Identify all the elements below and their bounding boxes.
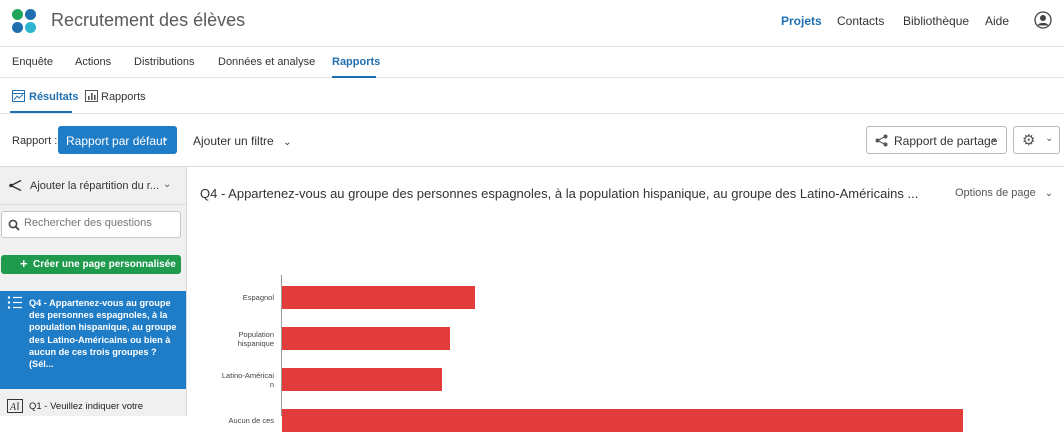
search-input[interactable] bbox=[24, 217, 174, 229]
question-item-active[interactable]: Q4 - Appartenez-vous au groupe des perso… bbox=[0, 291, 186, 389]
report-subtabs: Résultats Rapports bbox=[0, 78, 1064, 114]
bar-chart-icon bbox=[85, 90, 98, 102]
logo-dot bbox=[12, 22, 23, 33]
bar-chart: Espagnol Population hispanique Latino-Améri… bbox=[188, 167, 1064, 432]
add-filter-button[interactable]: Ajouter un filtre ⌄ bbox=[193, 134, 291, 148]
chart-bar[interactable] bbox=[282, 327, 451, 350]
chart-category-label: Espagnol bbox=[242, 293, 274, 302]
report-select-button[interactable]: Rapport par défaut ⌄ bbox=[58, 126, 177, 154]
project-title[interactable]: Recrutement des élèves bbox=[51, 10, 245, 31]
chevron-down-icon: ⌄ bbox=[161, 133, 170, 144]
question-text: Q1 - Veuillez indiquer votre bbox=[29, 401, 144, 412]
report-page: Q4 - Appartenez-vous au groupe des perso… bbox=[188, 167, 1064, 432]
logo-dot bbox=[25, 22, 36, 33]
question-search bbox=[1, 211, 181, 238]
settings-button[interactable]: ⚙ ⌄ bbox=[1013, 126, 1060, 154]
chevron-down-icon: ⌄ bbox=[990, 133, 999, 144]
top-bar: Recrutement des élèves ⌄ Projets Contact… bbox=[0, 0, 1064, 47]
nav-aide[interactable]: Aide bbox=[985, 14, 1009, 28]
question-text: Q4 - Appartenez-vous au groupe des perso… bbox=[29, 298, 177, 370]
tab-enquete[interactable]: Enquête bbox=[12, 56, 53, 68]
chevron-down-icon[interactable]: ⌄ bbox=[224, 15, 233, 28]
multiple-choice-icon bbox=[7, 296, 22, 309]
active-subtab-indicator bbox=[10, 111, 72, 113]
chart-bar[interactable] bbox=[282, 368, 442, 391]
chevron-down-icon: ⌄ bbox=[1045, 133, 1054, 144]
report-select-label: Rapport par défaut bbox=[66, 134, 167, 148]
logo-dot bbox=[25, 9, 36, 20]
share-icon bbox=[875, 134, 888, 147]
share-report-button[interactable]: Rapport de partage ⌄ bbox=[866, 126, 1007, 154]
chart-bar[interactable] bbox=[282, 286, 476, 309]
report-label: Rapport : bbox=[12, 135, 58, 147]
add-breakdown-dropdown[interactable]: Ajouter la répartition du r... ⌄ bbox=[0, 167, 186, 205]
tab-actions[interactable]: Actions bbox=[75, 56, 111, 68]
chart-category-label: Latino-Américai n bbox=[221, 370, 274, 389]
tab-donnees-analyse[interactable]: Données et analyse bbox=[218, 56, 315, 68]
subtab-rapports[interactable]: Rapports bbox=[101, 91, 146, 103]
gear-icon: ⚙ bbox=[1022, 132, 1036, 149]
nav-contacts[interactable]: Contacts bbox=[837, 14, 884, 28]
project-tabs: Enquête Actions Distributions Données et… bbox=[0, 47, 1064, 78]
plus-icon: + bbox=[20, 256, 28, 271]
create-custom-page-button[interactable]: + Créer une page personnalisée bbox=[1, 255, 181, 274]
breakdown-label: Ajouter la répartition du r... bbox=[30, 180, 160, 192]
subtab-resultats[interactable]: Résultats bbox=[29, 91, 79, 103]
nav-bibliotheque[interactable]: Bibliothèque bbox=[903, 14, 969, 28]
share-report-label: Rapport de partage bbox=[894, 134, 998, 148]
breakdown-icon bbox=[9, 179, 22, 192]
qualtrics-logo[interactable] bbox=[12, 9, 38, 35]
add-filter-label: Ajouter un filtre bbox=[193, 134, 274, 148]
create-page-label: Créer une page personnalisée bbox=[33, 259, 176, 270]
chevron-down-icon: ⌄ bbox=[163, 179, 172, 190]
text-entry-icon: A bbox=[7, 399, 23, 413]
question-item[interactable]: A Q1 - Veuillez indiquer votre bbox=[0, 394, 186, 416]
tab-distributions[interactable]: Distributions bbox=[134, 56, 195, 68]
chart-category-label: Population hispanique bbox=[237, 329, 274, 348]
chart-bar[interactable] bbox=[282, 409, 963, 432]
report-toolbar: Rapport : Rapport par défaut ⌄ Ajouter u… bbox=[0, 114, 1064, 167]
results-icon bbox=[12, 90, 25, 102]
tab-rapports[interactable]: Rapports bbox=[332, 56, 380, 68]
questions-sidebar: Ajouter la répartition du r... ⌄ + Créer… bbox=[0, 167, 187, 416]
search-icon bbox=[8, 219, 20, 231]
user-circle-icon[interactable] bbox=[1034, 11, 1052, 29]
chevron-down-icon: ⌄ bbox=[283, 137, 292, 148]
nav-projets[interactable]: Projets bbox=[781, 14, 822, 28]
chart-category-label: Aucun de ces bbox=[228, 416, 274, 425]
logo-dot bbox=[12, 9, 23, 20]
svg-text:A: A bbox=[9, 402, 17, 413]
